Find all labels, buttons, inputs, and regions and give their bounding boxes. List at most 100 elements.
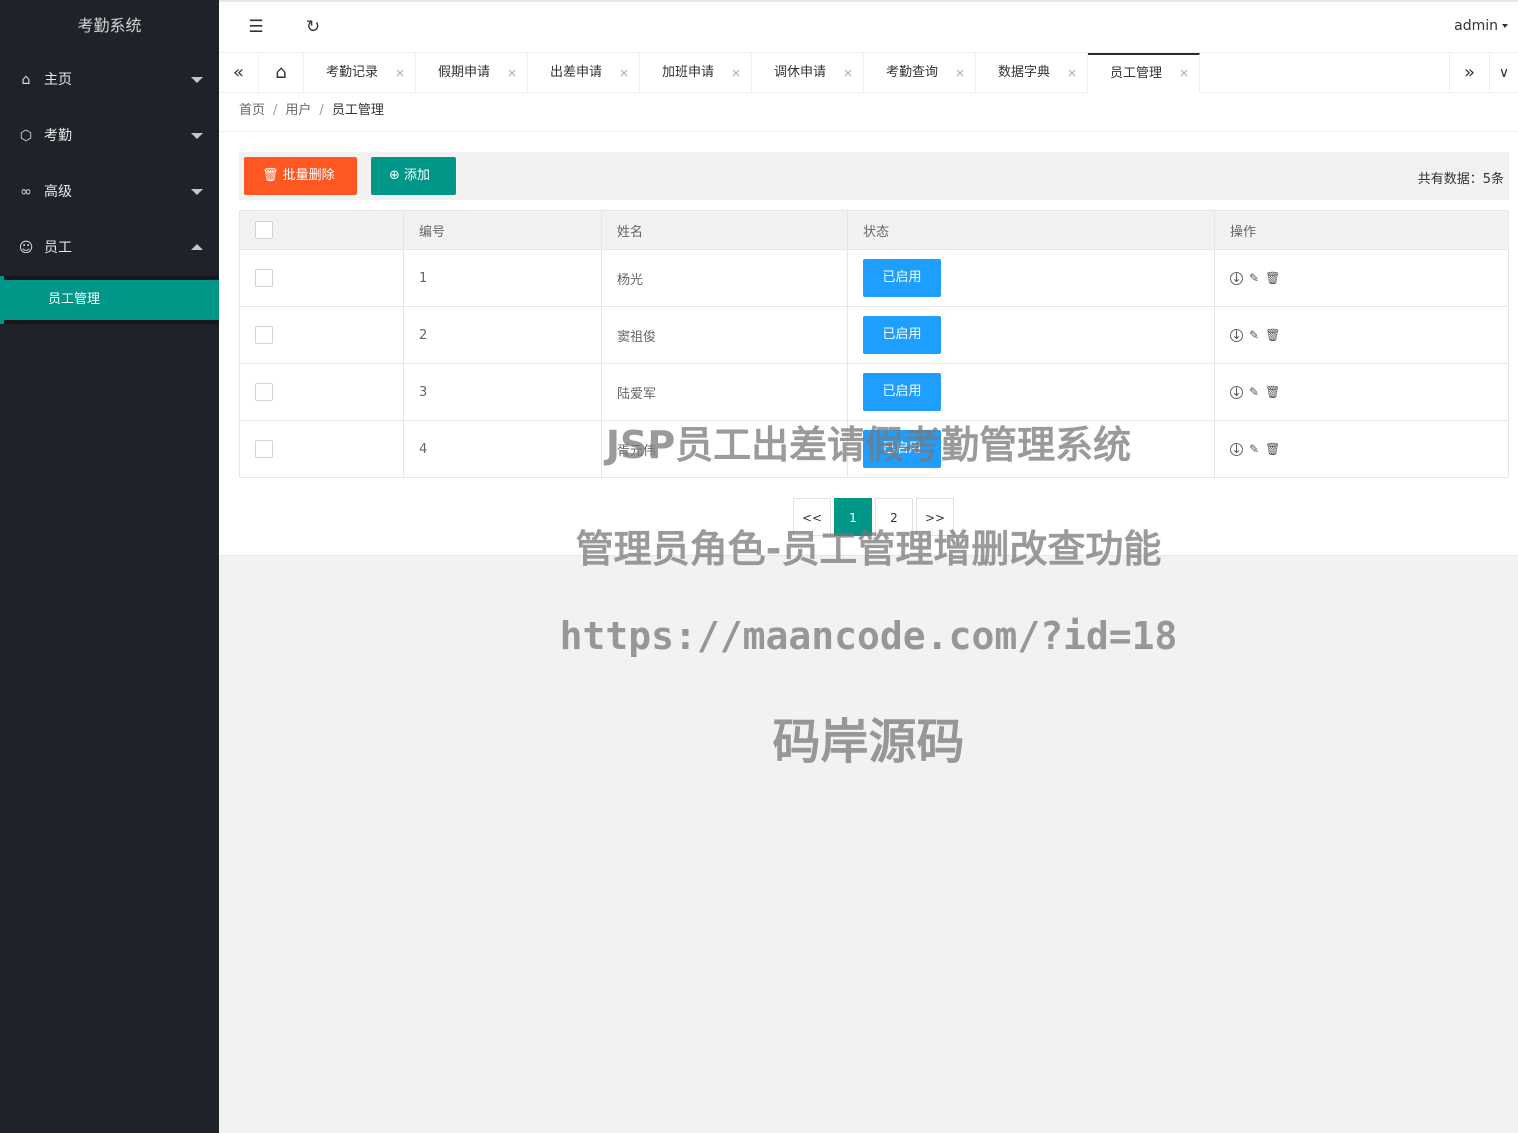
close-icon[interactable]: ×	[395, 53, 405, 93]
record-count: 共有数据：5条	[1417, 172, 1504, 187]
status-button[interactable]: 已启用	[863, 259, 941, 297]
caret-down-icon	[191, 77, 203, 83]
tab-home-icon[interactable]: ⌂	[259, 53, 304, 93]
edit-icon[interactable]: ✎	[1249, 385, 1259, 399]
breadcrumb-user[interactable]: 用户	[285, 103, 311, 118]
status-button[interactable]: 已启用	[863, 430, 941, 468]
cell-name: 杨光	[601, 249, 848, 307]
row-select	[239, 420, 404, 478]
tab-label: 调休申请	[774, 65, 827, 80]
tab-more-icon[interactable]: ∨	[1489, 53, 1518, 93]
cell-name: 胥元伟	[601, 420, 848, 478]
caret-down-icon	[191, 133, 203, 139]
cell-id: 2	[403, 306, 602, 364]
tab-leave-request[interactable]: 假期申请 ×	[416, 53, 528, 93]
download-icon[interactable]: ↓	[1230, 328, 1243, 342]
close-icon[interactable]: ×	[731, 53, 741, 93]
download-icon[interactable]: ↓	[1230, 442, 1243, 456]
tab-overtime[interactable]: 加班申请 ×	[640, 53, 752, 93]
tab-bar: « ⌂ 考勤记录 × 假期申请 × 出差申请 × 加班申请 × 调休申请 × 考…	[219, 52, 1518, 93]
caret-up-icon	[191, 244, 203, 250]
add-label: 添加	[404, 168, 431, 183]
tab-label: 员工管理	[1110, 66, 1163, 81]
edit-icon[interactable]: ✎	[1249, 442, 1259, 456]
cell-name: 陆爱军	[601, 363, 848, 421]
edit-icon[interactable]: ✎	[1249, 328, 1259, 342]
tab-prev-icon[interactable]: «	[219, 53, 259, 93]
table-row: 1 杨光 已启用 ↓ ✎ 🗑	[239, 249, 1509, 307]
table-row: 2 窦祖俊 已启用 ↓ ✎ 🗑	[239, 306, 1509, 364]
cell-actions: ↓ ✎ 🗑	[1214, 306, 1509, 364]
app-logo: 考勤系统	[0, 0, 219, 52]
sidebar-item-home[interactable]: ⌂ 主页	[0, 52, 219, 108]
page-1-button[interactable]: 1	[834, 498, 872, 536]
tab-attendance-record[interactable]: 考勤记录 ×	[304, 53, 416, 93]
caret-down-icon	[1502, 24, 1508, 28]
checkbox[interactable]	[255, 440, 273, 458]
sidebar-item-label: 主页	[44, 72, 72, 88]
batch-delete-label: 批量删除	[282, 168, 335, 183]
checkbox[interactable]	[255, 221, 273, 239]
cell-status: 已启用	[847, 249, 1215, 307]
close-icon[interactable]: ×	[955, 53, 965, 93]
delete-icon[interactable]: 🗑	[1265, 328, 1280, 342]
tab-business-trip[interactable]: 出差申请 ×	[528, 53, 640, 93]
delete-icon[interactable]: 🗑	[1265, 271, 1280, 285]
status-button[interactable]: 已启用	[863, 316, 941, 354]
table-header-row: 编号 姓名 状态 操作	[239, 210, 1509, 250]
sidebar-item-attendance[interactable]: ⬡ 考勤	[0, 108, 219, 164]
page-prev-button[interactable]: <<	[793, 498, 831, 536]
cell-status: 已启用	[847, 306, 1215, 364]
sidebar-item-employee-management[interactable]: 员工管理	[4, 280, 219, 320]
cell-id: 4	[403, 420, 602, 478]
tab-label: 假期申请	[438, 65, 491, 80]
tab-label: 数据字典	[998, 65, 1051, 80]
menu-toggle-icon[interactable]: ☰	[241, 12, 271, 42]
cell-status: 已启用	[847, 363, 1215, 421]
close-icon[interactable]: ×	[619, 53, 629, 93]
plus-circle-icon: ⊕	[389, 168, 400, 183]
tab-employee-management[interactable]: 员工管理 ×	[1088, 53, 1200, 93]
delete-icon[interactable]: 🗑	[1265, 385, 1280, 399]
tab-next-icon[interactable]: »	[1449, 53, 1489, 93]
header-select-all[interactable]	[239, 210, 404, 250]
checkbox[interactable]	[255, 326, 273, 344]
refresh-icon[interactable]: ↻	[298, 12, 328, 42]
cell-id: 3	[403, 363, 602, 421]
tab-label: 考勤记录	[326, 65, 379, 80]
close-icon[interactable]: ×	[1067, 53, 1077, 93]
main-content: 🗑 批量删除 ⊕ 添加 共有数据：5条 编号 姓名 状态 操作 1 杨光 已启用	[219, 132, 1518, 556]
page-next-button[interactable]: >>	[916, 498, 954, 536]
breadcrumb: 首页 / 用户 / 员工管理	[219, 93, 1518, 132]
user-menu[interactable]: admin	[1454, 18, 1508, 34]
download-icon[interactable]: ↓	[1230, 385, 1243, 399]
sidebar-item-advanced[interactable]: ∞ 高级	[0, 164, 219, 220]
sidebar-item-employee[interactable]: ☺ 员工	[0, 220, 219, 276]
edit-icon[interactable]: ✎	[1249, 271, 1259, 285]
top-header: ☰ ↻ admin	[219, 0, 1518, 52]
header-status: 状态	[847, 210, 1215, 250]
tab-compensatory-leave[interactable]: 调休申请 ×	[752, 53, 864, 93]
page-2-button[interactable]: 2	[875, 498, 913, 536]
header-name: 姓名	[601, 210, 848, 250]
employee-table: 编号 姓名 状态 操作 1 杨光 已启用 ↓ ✎ 🗑 2 窦祖俊 已启用 ↓ ✎…	[239, 210, 1509, 478]
checkbox[interactable]	[255, 383, 273, 401]
breadcrumb-home[interactable]: 首页	[239, 103, 265, 118]
add-button[interactable]: ⊕ 添加	[371, 157, 456, 195]
delete-icon[interactable]: 🗑	[1265, 442, 1280, 456]
download-icon[interactable]: ↓	[1230, 271, 1243, 285]
close-icon[interactable]: ×	[843, 53, 853, 93]
close-icon[interactable]: ×	[507, 53, 517, 93]
close-icon[interactable]: ×	[1179, 55, 1189, 92]
cell-actions: ↓ ✎ 🗑	[1214, 249, 1509, 307]
link-icon: ∞	[20, 184, 32, 200]
cell-status: 已启用	[847, 420, 1215, 478]
header-id: 编号	[403, 210, 602, 250]
sidebar-submenu: 员工管理	[0, 276, 219, 324]
tab-data-dictionary[interactable]: 数据字典 ×	[976, 53, 1088, 93]
batch-delete-button[interactable]: 🗑 批量删除	[244, 157, 357, 195]
tab-attendance-query[interactable]: 考勤查询 ×	[864, 53, 976, 93]
checkbox[interactable]	[255, 269, 273, 287]
box-icon: ⬡	[19, 128, 33, 144]
status-button[interactable]: 已启用	[863, 373, 941, 411]
